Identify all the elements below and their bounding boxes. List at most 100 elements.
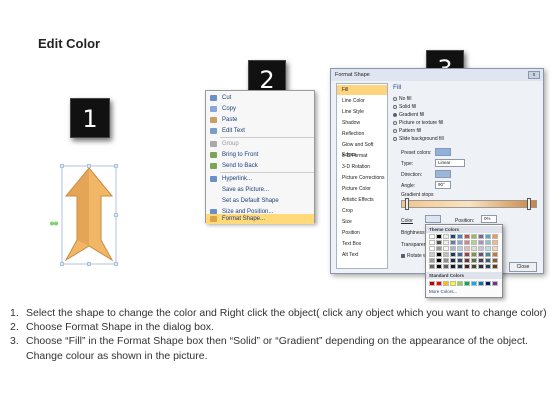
type-dropdown[interactable]: Linear [435, 159, 465, 167]
color-swatch[interactable] [443, 264, 449, 269]
color-swatch[interactable] [457, 240, 463, 245]
color-swatch[interactable] [464, 234, 470, 239]
standard-color-swatch[interactable] [464, 281, 470, 286]
dialog-nav-item[interactable]: Line Style [337, 107, 387, 117]
dialog-nav-item[interactable]: Line Color [337, 96, 387, 106]
color-swatch[interactable] [450, 252, 456, 257]
color-swatch[interactable] [450, 258, 456, 263]
color-swatch[interactable] [436, 252, 442, 257]
standard-color-swatch[interactable] [429, 281, 435, 286]
color-swatch[interactable] [457, 264, 463, 269]
color-swatch[interactable] [471, 234, 477, 239]
context-menu-item[interactable]: Set as Default Shape [206, 196, 314, 206]
context-menu-item[interactable]: Cut [206, 93, 314, 103]
standard-color-swatch[interactable] [436, 281, 442, 286]
more-colors-link[interactable]: More Colors... [429, 289, 457, 294]
color-swatch[interactable] [429, 252, 435, 257]
color-swatch[interactable] [450, 264, 456, 269]
rotation-handle[interactable] [50, 213, 58, 226]
dialog-nav-item[interactable]: Picture Corrections [337, 173, 387, 183]
color-swatch[interactable] [436, 264, 442, 269]
color-swatch[interactable] [436, 258, 442, 263]
color-swatch[interactable] [443, 258, 449, 263]
color-swatch[interactable] [485, 234, 491, 239]
dialog-nav-item[interactable]: Glow and Soft Edges [337, 140, 387, 158]
standard-color-swatch[interactable] [443, 281, 449, 286]
color-swatch[interactable] [464, 252, 470, 257]
color-swatch[interactable] [436, 240, 442, 245]
color-swatch[interactable] [450, 240, 456, 245]
radio-icon[interactable] [393, 136, 397, 141]
fill-option[interactable]: Picture or texture fill [393, 120, 443, 127]
color-dropdown[interactable] [425, 215, 441, 223]
radio-icon[interactable] [393, 112, 397, 117]
context-menu-item[interactable]: Paste [206, 115, 314, 125]
color-swatch[interactable] [464, 264, 470, 269]
standard-color-swatch[interactable] [485, 281, 491, 286]
close-icon[interactable]: x [528, 71, 540, 79]
color-swatch[interactable] [450, 234, 456, 239]
context-menu-item[interactable]: Send to Back [206, 161, 314, 171]
dialog-nav-item[interactable]: Fill [337, 85, 387, 95]
angle-input[interactable]: 90° [435, 181, 451, 189]
dialog-nav-item[interactable]: Crop [337, 206, 387, 216]
close-button[interactable]: Close [509, 262, 537, 272]
color-swatch[interactable] [457, 234, 463, 239]
color-swatch[interactable] [443, 246, 449, 251]
color-swatch[interactable] [429, 240, 435, 245]
dialog-nav-item[interactable]: Text Box [337, 239, 387, 249]
dialog-nav-item[interactable]: Shadow [337, 118, 387, 128]
color-swatch[interactable] [471, 246, 477, 251]
color-swatch[interactable] [457, 258, 463, 263]
color-swatch[interactable] [492, 252, 498, 257]
fill-option[interactable]: Gradient fill [393, 112, 424, 119]
context-menu-item[interactable]: Save as Picture... [206, 185, 314, 195]
dialog-nav-item[interactable]: Reflection [337, 129, 387, 139]
dialog-nav-item[interactable]: Position [337, 228, 387, 238]
color-swatch[interactable] [436, 246, 442, 251]
color-swatch[interactable] [429, 258, 435, 263]
fill-option[interactable]: No fill [393, 96, 412, 103]
dialog-nav-item[interactable]: 3-D Format [337, 151, 387, 161]
context-menu-item[interactable]: Hyperlink... [206, 174, 314, 184]
color-swatch[interactable] [457, 246, 463, 251]
standard-color-swatch[interactable] [457, 281, 463, 286]
color-swatch[interactable] [450, 246, 456, 251]
dialog-nav-item[interactable]: Size [337, 217, 387, 227]
color-swatch[interactable] [478, 246, 484, 251]
color-swatch[interactable] [485, 264, 491, 269]
color-swatch[interactable] [478, 258, 484, 263]
gradient-bar[interactable] [401, 200, 537, 208]
context-menu-item[interactable]: Format Shape... [206, 214, 314, 224]
standard-color-swatch[interactable] [471, 281, 477, 286]
fill-option[interactable]: Slide background fill [393, 136, 444, 143]
fill-option[interactable]: Pattern fill [393, 128, 421, 135]
context-menu-item[interactable]: Edit Text [206, 126, 314, 136]
gradient-stop[interactable] [527, 198, 531, 210]
color-swatch[interactable] [436, 234, 442, 239]
preset-colors-dropdown[interactable] [435, 148, 451, 156]
color-swatch[interactable] [492, 234, 498, 239]
color-swatch[interactable] [464, 258, 470, 263]
color-swatch[interactable] [464, 246, 470, 251]
color-swatch[interactable] [471, 240, 477, 245]
color-swatch[interactable] [492, 246, 498, 251]
color-swatch[interactable] [485, 246, 491, 251]
color-swatch[interactable] [429, 234, 435, 239]
radio-icon[interactable] [393, 120, 397, 125]
fill-option[interactable]: Solid fill [393, 104, 416, 111]
color-swatch[interactable] [478, 234, 484, 239]
standard-color-swatch[interactable] [478, 281, 484, 286]
context-menu-item[interactable]: Group [206, 139, 314, 149]
color-swatch[interactable] [429, 246, 435, 251]
color-swatch[interactable] [471, 252, 477, 257]
color-swatch[interactable] [443, 252, 449, 257]
color-swatch[interactable] [492, 258, 498, 263]
gradient-stop[interactable] [405, 198, 409, 210]
color-swatch[interactable] [429, 264, 435, 269]
color-swatch[interactable] [457, 252, 463, 257]
color-swatch[interactable] [485, 240, 491, 245]
color-swatch[interactable] [471, 258, 477, 263]
color-swatch[interactable] [443, 240, 449, 245]
context-menu-item[interactable]: Bring to Front [206, 150, 314, 160]
